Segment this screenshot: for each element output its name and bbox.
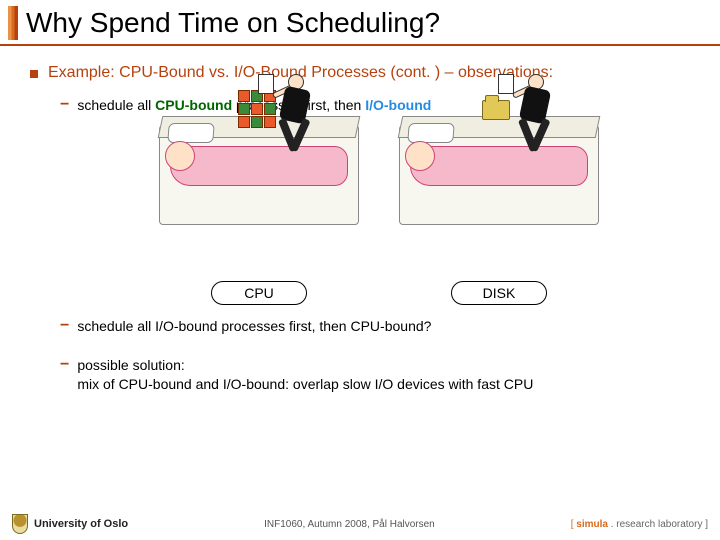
disk-illustration: DISK bbox=[399, 125, 599, 305]
bullet-example: Example: CPU-Bound vs. I/O-Bound Process… bbox=[30, 64, 698, 82]
slide-title-bar: Why Spend Time on Scheduling? bbox=[0, 0, 720, 46]
dash-icon: − bbox=[60, 317, 69, 335]
simula-rest: . research laboratory ] bbox=[608, 519, 708, 530]
sub-bullet-2: − schedule all I/O-bound processes first… bbox=[60, 317, 698, 336]
bed-icon bbox=[399, 125, 599, 225]
folder-icon bbox=[482, 100, 510, 120]
slide-footer: University of Oslo INF1060, Autumn 2008,… bbox=[0, 514, 720, 534]
sub-bullets: − schedule all CPU-bound processes first… bbox=[60, 96, 698, 394]
sub3-line2: mix of CPU-bound and I/O-bound: overlap … bbox=[77, 376, 533, 392]
bed-icon bbox=[159, 125, 359, 225]
sub-bullet-3-text: possible solution: mix of CPU-bound and … bbox=[77, 356, 533, 394]
cpu-bound-term: CPU-bound bbox=[155, 97, 232, 113]
footer-course-info: INF1060, Autumn 2008, Pål Halvorsen bbox=[264, 519, 435, 530]
university-name: University of Oslo bbox=[34, 518, 128, 530]
sub-bullet-2-text: schedule all I/O-bound processes first, … bbox=[77, 317, 431, 336]
io-bound-term: I/O-bound bbox=[365, 97, 431, 113]
university-crest-icon bbox=[12, 514, 28, 534]
footer-university: University of Oslo bbox=[12, 514, 128, 534]
sub-bullet-3: − possible solution: mix of CPU-bound an… bbox=[60, 356, 698, 394]
simula-name: simula bbox=[576, 519, 608, 530]
slide-body: Example: CPU-Bound vs. I/O-Bound Process… bbox=[0, 46, 720, 394]
title-accent-stripe bbox=[8, 6, 18, 40]
cpu-caption: CPU bbox=[211, 281, 307, 305]
sub3-line1: possible solution: bbox=[77, 357, 184, 373]
sub-bullet-1: − schedule all CPU-bound processes first… bbox=[60, 96, 698, 115]
cpu-illustration: CPU bbox=[159, 125, 359, 305]
illustration-row: CPU DISK bbox=[60, 125, 698, 305]
dash-icon: − bbox=[60, 96, 69, 114]
running-person-icon bbox=[268, 74, 328, 164]
slide-title: Why Spend Time on Scheduling? bbox=[26, 7, 440, 39]
bullet-square-icon bbox=[30, 70, 38, 78]
disk-caption: DISK bbox=[451, 281, 547, 305]
footer-simula: [ simula . research laboratory ] bbox=[571, 519, 708, 530]
sub1-pre: schedule all bbox=[77, 97, 155, 113]
running-person-icon bbox=[508, 74, 568, 164]
dash-icon: − bbox=[60, 356, 69, 374]
